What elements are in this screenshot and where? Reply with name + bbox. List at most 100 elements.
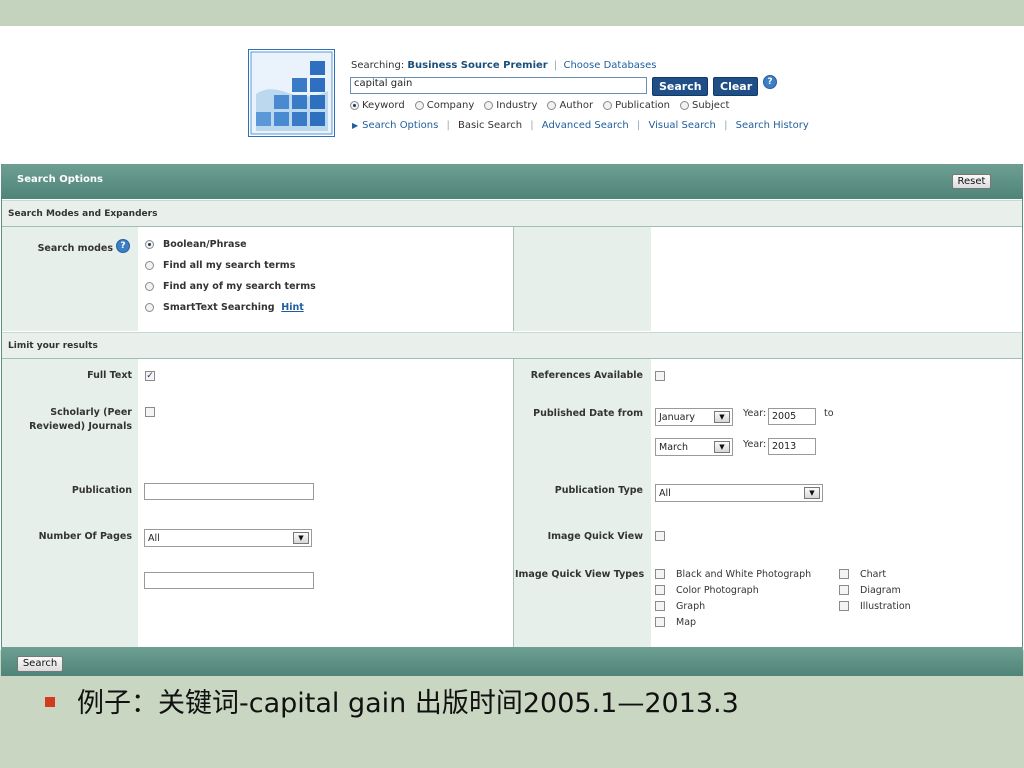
slide-caption: 例子：关键词-capital gain 出版时间2005.1—2013.3 xyxy=(45,681,739,720)
full-text-checkbox[interactable]: ✓ xyxy=(145,371,155,381)
radio-label: Author xyxy=(559,100,594,111)
image-type-label: Illustration xyxy=(860,601,911,612)
radio-author[interactable]: Author xyxy=(547,100,593,111)
image-type-checkbox[interactable] xyxy=(655,569,665,579)
publication-input[interactable] xyxy=(144,483,314,500)
to-label: to xyxy=(824,408,834,419)
radio-selected-icon xyxy=(350,101,359,110)
number-of-pages-select[interactable]: All ▼ xyxy=(144,529,312,547)
radio-label: Keyword xyxy=(362,100,405,111)
image-quick-view-label: Image Quick View xyxy=(547,531,643,542)
choose-databases-link[interactable]: Choose Databases xyxy=(563,60,656,71)
to-month-select[interactable]: March ▼ xyxy=(655,438,733,456)
image-types-label: Image Quick View Types xyxy=(515,569,645,580)
radio-label: Subject xyxy=(692,100,730,111)
references-checkbox[interactable] xyxy=(655,371,665,381)
column-divider xyxy=(513,227,514,331)
pages-value-input[interactable] xyxy=(144,572,314,589)
basic-search-link[interactable]: Basic Search xyxy=(458,120,522,131)
modes-section-header: Search Modes and Expanders xyxy=(2,200,1022,227)
image-type-label: Map xyxy=(676,617,697,628)
select-value: All xyxy=(148,533,160,544)
number-of-pages-label: Number Of Pages xyxy=(38,531,132,542)
image-type-checkbox[interactable] xyxy=(839,585,849,595)
bullet-square-icon xyxy=(45,696,55,707)
separator: | xyxy=(530,120,534,131)
image-type-label: Black and White Photograph xyxy=(676,569,812,580)
help-icon[interactable]: ? xyxy=(763,75,777,89)
radio-icon xyxy=(547,101,557,110)
search-links-bar: ▶ Search Options | Basic Search | Advance… xyxy=(352,120,809,131)
scholarly-checkbox[interactable] xyxy=(145,407,155,417)
scholarly-label-line2: Reviewed) Journals xyxy=(29,421,132,432)
radio-industry[interactable]: Industry xyxy=(484,100,537,111)
radio-company[interactable]: Company xyxy=(414,100,475,111)
dropdown-arrow-icon: ▼ xyxy=(714,411,730,423)
smarttext-label: SmartText Searching xyxy=(163,302,275,313)
publication-type-select[interactable]: All ▼ xyxy=(655,484,823,502)
radio-label: Company xyxy=(426,100,475,111)
search-options-title: Search Options xyxy=(17,174,104,185)
radio-icon xyxy=(680,101,689,110)
publication-type-label: Publication Type xyxy=(554,485,643,496)
to-year-input[interactable]: 2013 xyxy=(768,438,816,455)
radio-smarttext[interactable] xyxy=(145,303,154,312)
separator: | xyxy=(553,60,558,71)
image-type-label: Diagram xyxy=(860,585,901,596)
database-logo-icon xyxy=(248,49,335,137)
from-year-input[interactable]: 2005 xyxy=(768,408,816,425)
select-value: All xyxy=(659,488,671,499)
full-text-label: Full Text xyxy=(87,370,132,381)
image-type-label: Chart xyxy=(860,569,887,580)
search-options-header xyxy=(1,164,1023,199)
label-column-bg xyxy=(514,227,651,331)
separator: | xyxy=(636,120,641,131)
clear-button[interactable]: Clear xyxy=(713,77,758,96)
radio-publication[interactable]: Publication xyxy=(603,100,670,111)
radio-find-all-terms[interactable] xyxy=(145,261,154,270)
visual-search-link[interactable]: Visual Search xyxy=(648,120,715,131)
label-column-bg xyxy=(514,359,651,647)
reset-button[interactable]: Reset xyxy=(952,174,991,189)
radio-icon xyxy=(484,101,494,110)
search-history-link[interactable]: Search History xyxy=(736,120,809,131)
help-icon[interactable]: ? xyxy=(116,239,130,253)
radio-find-any-terms[interactable] xyxy=(145,282,154,291)
radio-boolean-phrase[interactable] xyxy=(145,240,154,249)
from-month-select[interactable]: January ▼ xyxy=(655,408,733,426)
image-type-checkbox[interactable] xyxy=(655,617,665,627)
hint-link[interactable]: Hint xyxy=(281,302,304,313)
separator: | xyxy=(724,120,728,131)
dropdown-arrow-icon: ▼ xyxy=(293,532,309,544)
bottom-search-button[interactable]: Search xyxy=(17,656,63,672)
mode-label: Find any of my search terms xyxy=(163,281,316,292)
searching-database-line: Searching: Business Source Premier | Cho… xyxy=(351,60,657,71)
search-field-radios: Keyword Company Industry Author Publicat… xyxy=(350,100,729,111)
search-button[interactable]: Search xyxy=(652,77,708,96)
limit-section-header: Limit your results xyxy=(2,332,1022,359)
search-options-link[interactable]: Search Options xyxy=(362,120,438,131)
select-value: March xyxy=(659,442,688,453)
image-type-checkbox[interactable] xyxy=(839,601,849,611)
image-type-checkbox[interactable] xyxy=(839,569,849,579)
image-type-checkbox[interactable] xyxy=(655,585,665,595)
search-options-footer xyxy=(1,647,1023,676)
radio-icon xyxy=(603,101,613,110)
triangle-right-icon: ▶ xyxy=(352,121,359,130)
references-label: References Available xyxy=(530,370,643,381)
image-type-label: Graph xyxy=(676,601,706,612)
database-name: Business Source Premier xyxy=(407,60,548,71)
image-quick-view-checkbox[interactable] xyxy=(655,531,665,541)
radio-label: Publication xyxy=(615,100,670,111)
radio-label: Industry xyxy=(496,100,538,111)
select-value: January xyxy=(659,412,696,423)
dropdown-arrow-icon: ▼ xyxy=(804,487,820,499)
label-column-bg xyxy=(2,359,138,647)
image-type-checkbox[interactable] xyxy=(655,601,665,611)
search-modes-label: Search modes xyxy=(37,243,113,254)
dropdown-arrow-icon: ▼ xyxy=(714,441,730,453)
radio-subject[interactable]: Subject xyxy=(680,100,729,111)
advanced-search-link[interactable]: Advanced Search xyxy=(542,120,629,131)
radio-keyword[interactable]: Keyword xyxy=(350,100,405,111)
search-query-input[interactable]: capital gain xyxy=(350,77,647,94)
